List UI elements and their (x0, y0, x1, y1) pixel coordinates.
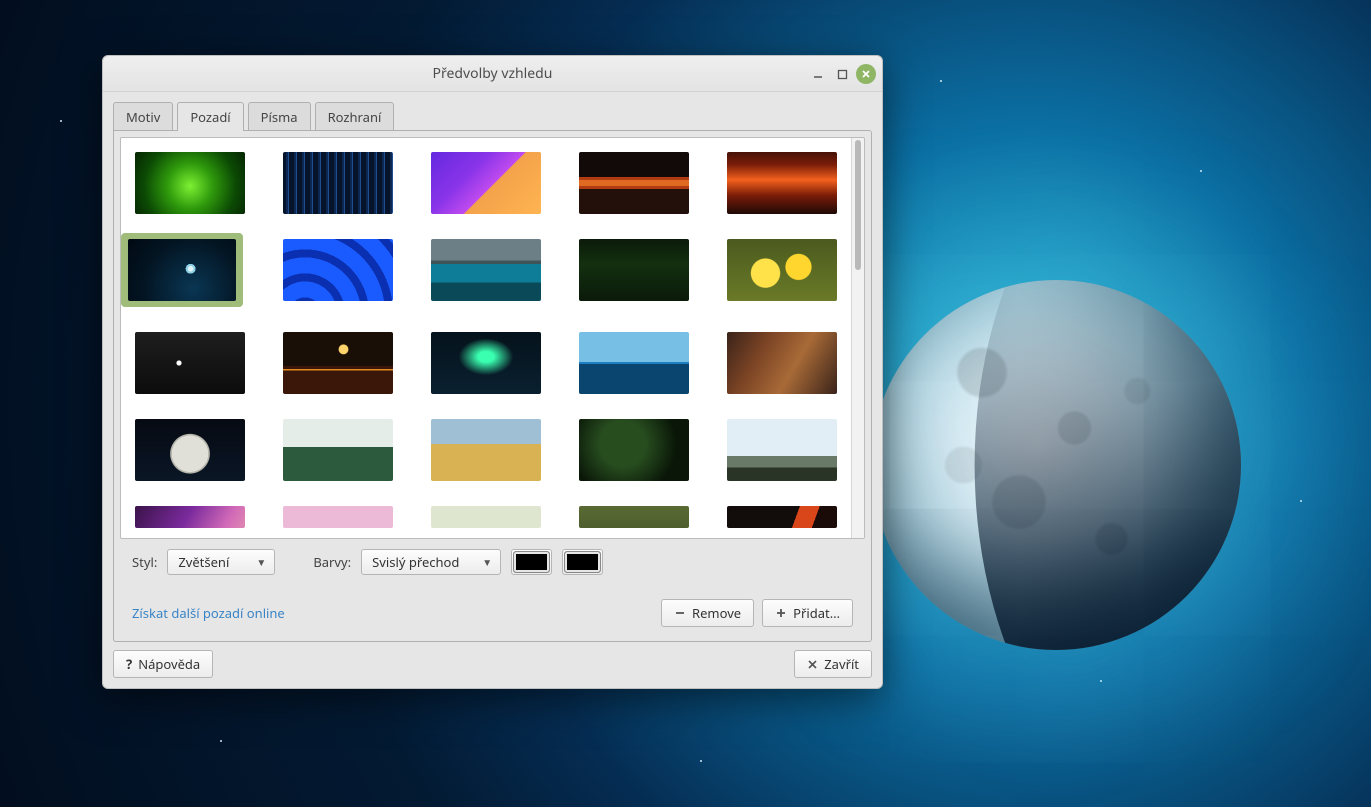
wallpaper-thumb-mountain-lake[interactable] (431, 239, 541, 301)
colors-label: Barvy: (313, 553, 351, 571)
titlebar[interactable]: Předvolby vzhledu (103, 56, 882, 92)
chevron-down-icon: ▼ (256, 555, 266, 569)
wallpaper-thumb-temple-sunset[interactable] (579, 152, 689, 214)
tab-panel-background: Styl: Zvětšení ▼ Barvy: Svislý přechod ▼… (113, 130, 872, 642)
wallpaper-thumb-spruce[interactable] (579, 239, 689, 301)
wallpaper-thumb-vertical-blue[interactable] (283, 152, 393, 214)
wallpaper-thumb-pink-sunset[interactable] (283, 506, 393, 528)
minus-icon (674, 607, 686, 619)
color-swatch-1[interactable] (511, 549, 552, 575)
appearance-preferences-window: Předvolby vzhledu Motiv Pozadí Písma Roz… (102, 55, 883, 689)
dialog-footer: ? Nápověda Zavřít (103, 642, 882, 688)
wallpaper-thumb-split-sea[interactable] (579, 332, 689, 394)
style-combo-value: Zvětšení (178, 553, 229, 571)
wallpaper-thumb-aurora-tree[interactable] (431, 332, 541, 394)
wallpaper-thumb-rusty-door[interactable] (727, 332, 837, 394)
wallpaper-thumb-purple-orange-poly[interactable] (431, 152, 541, 214)
wallpaper-thumb-green-gradient[interactable] (135, 152, 245, 214)
tab-bar: Motiv Pozadí Písma Rozhraní (113, 102, 872, 131)
tab-pisma[interactable]: Písma (248, 102, 311, 131)
wallpaper-thumb-fog-forest[interactable] (283, 419, 393, 481)
wallpaper-thumb-wheat-field[interactable] (431, 419, 541, 481)
wallpaper-thumb-purple-haze[interactable] (135, 506, 245, 528)
colors-combo-value: Svislý přechod (372, 553, 459, 571)
tab-pozadi[interactable]: Pozadí (177, 102, 243, 131)
help-button[interactable]: ? Nápověda (113, 650, 213, 678)
wallpaper-thumb-leaf-dark[interactable] (579, 419, 689, 481)
remove-button[interactable]: Remove (661, 599, 754, 627)
gallery-scrollbar[interactable] (851, 138, 864, 538)
wallpaper-thumb-field-line[interactable] (431, 506, 541, 528)
tab-motiv[interactable]: Motiv (113, 102, 173, 131)
maximize-icon (837, 69, 848, 80)
color-swatch-2[interactable] (562, 549, 603, 575)
close-icon (807, 659, 818, 670)
desktop-moon (871, 280, 1241, 650)
wallpaper-thumb-mint-dark[interactable] (135, 332, 245, 394)
minimize-icon (812, 68, 824, 80)
close-icon (861, 69, 871, 79)
style-combo[interactable]: Zvětšení ▼ (167, 549, 275, 575)
wallpaper-thumb-crescent-reflection[interactable] (283, 332, 393, 394)
close-window-button[interactable] (856, 64, 876, 84)
get-more-backgrounds-link[interactable]: Získat další pozadí online (132, 604, 285, 622)
wallpaper-thumb-lava-crop[interactable] (727, 506, 837, 528)
colors-combo[interactable]: Svislý přechod ▼ (361, 549, 501, 575)
wallpaper-thumb-daffodils[interactable] (727, 239, 837, 301)
close-button[interactable]: Zavřít (794, 650, 872, 678)
wallpaper-thumb-orange-dark[interactable] (727, 152, 837, 214)
plus-icon (775, 607, 787, 619)
wallpaper-gallery (121, 138, 851, 538)
chevron-down-icon: ▼ (482, 555, 492, 569)
style-label: Styl: (132, 553, 157, 571)
add-button[interactable]: Přidat… (762, 599, 853, 627)
tab-rozhrani[interactable]: Rozhraní (315, 102, 395, 131)
wallpaper-thumb-sky-mountain[interactable] (727, 419, 837, 481)
wallpaper-thumb-blue-waves[interactable] (283, 239, 393, 301)
wallpaper-thumb-moon-night[interactable] (121, 233, 243, 307)
wallpaper-thumb-big-moon[interactable] (135, 419, 245, 481)
wallpaper-thumb-grass-blur[interactable] (579, 506, 689, 528)
maximize-button[interactable] (832, 64, 852, 84)
window-title: Předvolby vzhledu (103, 64, 882, 83)
question-icon: ? (126, 655, 132, 673)
minimize-button[interactable] (808, 64, 828, 84)
